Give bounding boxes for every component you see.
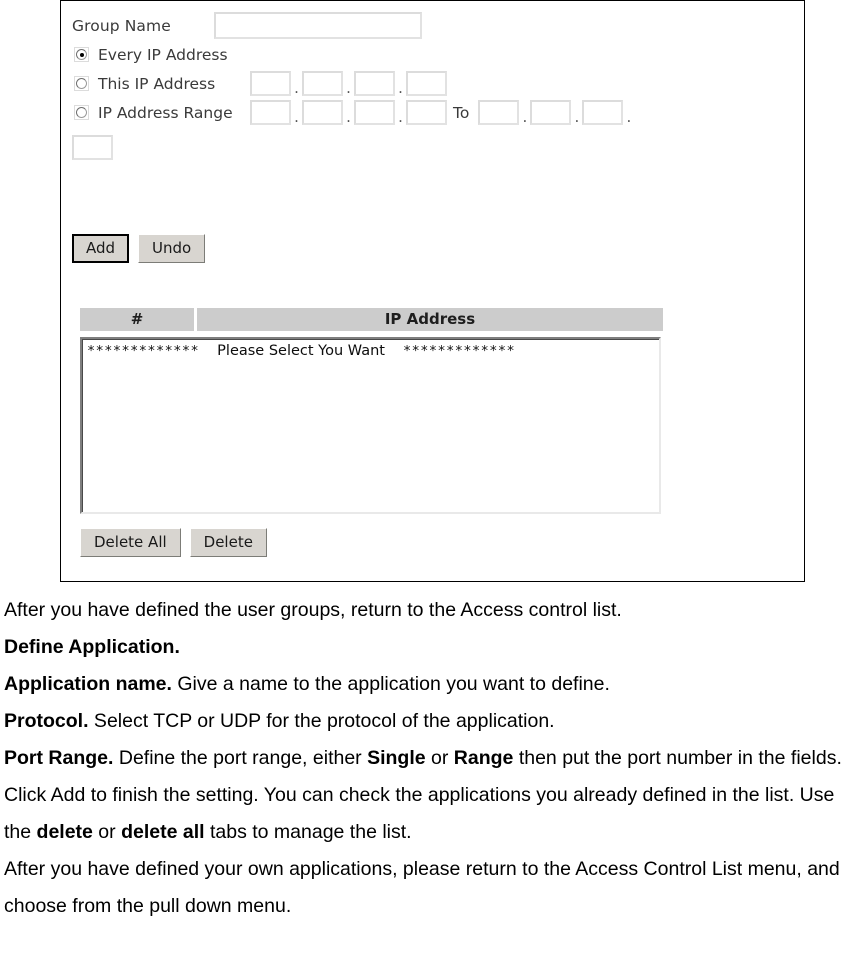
this-ip-octet-3[interactable] [354,71,395,96]
octet-separator: . [294,79,299,97]
paragraph-return-to-acl: After you have defined the user groups, … [4,599,622,621]
paragraph-application-name: Application name. Give a name to the app… [4,666,856,703]
term-range: Range [453,747,514,769]
range-from-octet-3[interactable] [354,100,395,125]
octet-separator: . [346,108,351,126]
radio-circle-icon [76,78,87,89]
radio-row-every-ip[interactable]: Every IP Address [72,40,796,69]
text-port-range-e: tabs to manage the list. [204,821,412,843]
paragraph-port-range: Port Range. Define the port range, eithe… [4,740,856,851]
octet-separator: . [522,108,528,126]
radio-row-this-ip[interactable]: This IP Address . . . [72,69,796,98]
range-to-octet-4[interactable] [72,134,113,160]
range-from-octet-4[interactable] [406,100,447,125]
octet-separator: . [626,108,632,126]
table-header-ip-address: IP Address [197,308,663,331]
list-item[interactable]: ************* Please Select You Want ***… [82,339,659,359]
text-port-range-a: Define the port range, either [113,747,368,769]
radio-label-ip-address-range: IP Address Range [98,103,233,122]
octet-separator: . [398,79,403,97]
octet-separator: . [398,108,403,126]
octet-separator: . [346,79,351,97]
heading-define-application: Define Application. [4,636,180,658]
term-single: Single [367,747,426,769]
text-application-name: Give a name to the application you want … [171,673,610,695]
ip-table-header: # IP Address [80,308,663,331]
this-ip-octet-1[interactable] [250,71,291,96]
form-action-buttons: Add Undo [72,234,206,263]
term-port-range: Port Range. [4,747,114,769]
delete-button[interactable]: Delete [189,528,267,557]
range-to-label: To [453,103,470,122]
this-ip-octet-4[interactable] [406,71,447,96]
radio-ip-address-range[interactable] [74,105,89,120]
add-button[interactable]: Add [72,234,130,263]
radio-row-ip-range[interactable]: IP Address Range . . . To . . . [72,98,796,127]
ip-address-listbox[interactable]: ************* Please Select You Want ***… [80,337,661,514]
range-to-octet-2[interactable] [530,100,572,125]
text-protocol: Select TCP or UDP for the protocol of th… [88,710,555,732]
ip-group-form: Group Name Every IP Address This IP Addr… [72,11,796,167]
range-to-octet-3[interactable] [582,100,624,125]
paragraph-define-application: Define Application. [4,629,856,666]
paragraph-protocol: Protocol. Select TCP or UDP for the prot… [4,703,856,740]
octet-separator: . [574,108,580,126]
range-from-octet-2[interactable] [302,100,343,125]
radio-every-ip-address[interactable] [74,47,89,62]
radio-label-every-ip-address: Every IP Address [98,45,228,64]
list-item-right-stars: ************* [402,343,516,359]
radio-dot-icon [76,49,87,60]
radio-this-ip-address[interactable] [74,76,89,91]
paragraph-closing: After you have defined your own applicat… [4,858,840,917]
group-name-input[interactable] [214,12,422,39]
octet-separator: . [294,108,299,126]
radio-circle-icon [76,107,87,118]
term-delete: delete [36,821,93,843]
undo-button[interactable]: Undo [138,234,206,263]
range-from-octet-1[interactable] [250,100,291,125]
term-application-name: Application name. [4,673,172,695]
radio-label-this-ip-address: This IP Address [98,74,216,93]
screenshot-frame: Group Name Every IP Address This IP Addr… [60,0,805,582]
term-protocol: Protocol. [4,710,89,732]
table-header-number: # [80,308,197,331]
term-delete-all: delete all [121,821,205,843]
delete-all-button[interactable]: Delete All [80,528,181,557]
text-port-range-d: or [92,821,122,843]
group-name-label: Group Name [72,16,171,35]
list-item-left-stars: ************* [87,343,200,359]
range-to-octet-1[interactable] [478,100,520,125]
this-ip-octet-2[interactable] [302,71,343,96]
list-action-buttons: Delete All Delete [80,528,267,557]
documentation-text: After you have defined the user groups, … [4,592,856,925]
list-item-placeholder-text: Please Select You Want [217,343,385,359]
range-to-octet-wrap-row [72,127,796,167]
group-name-row: Group Name [72,11,796,40]
text-port-range-b: or [425,747,454,769]
